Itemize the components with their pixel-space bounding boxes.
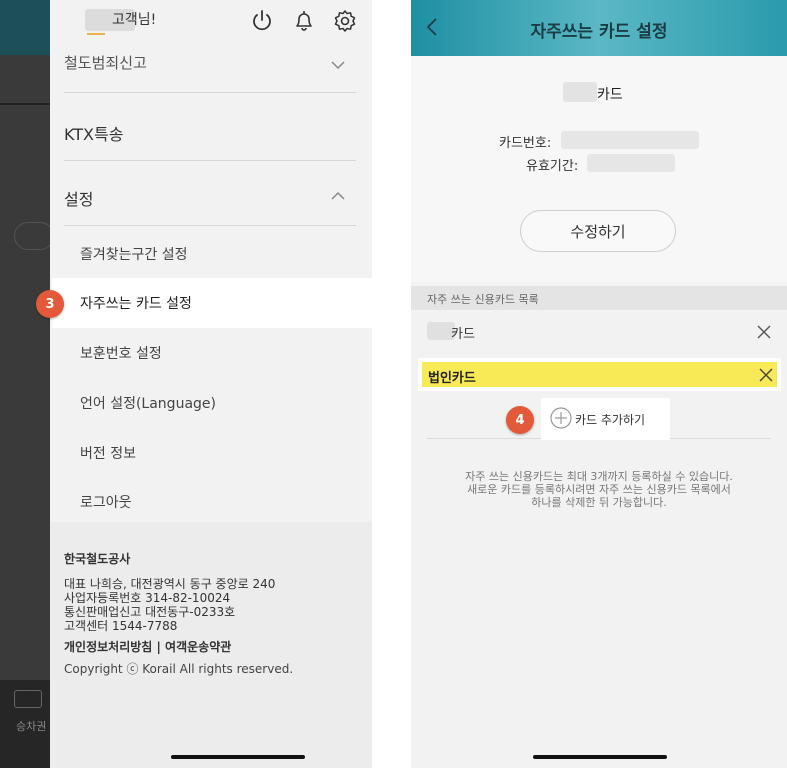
background-tab-line — [0, 103, 50, 105]
user-greeting: 고객님! — [112, 12, 157, 28]
notice-line: 자주 쓰는 신용카드는 최대 3개까지 등록하실 수 있습니다. — [465, 470, 733, 483]
card-number-redacted — [561, 131, 699, 149]
user-name-underline — [87, 33, 105, 35]
ticket-icon — [14, 690, 42, 708]
power-icon[interactable] — [249, 8, 275, 34]
chevron-down-icon[interactable] — [330, 55, 346, 74]
card-list-item-highlighted[interactable]: 법인카드 — [418, 358, 781, 391]
card-limit-notice: 자주 쓰는 신용카드는 최대 3개까지 등록하실 수 있습니다. 새로운 카드를… — [431, 470, 767, 509]
notice-line: 새로운 카드를 등록하시려면 자주 쓰는 신용카드 목록에서 — [467, 483, 731, 496]
card-name: 카드 — [597, 87, 623, 103]
footer-policy-links[interactable]: 개인정보처리방침 | 여객운송약관 — [64, 638, 231, 655]
drawer-header: 고객님! — [50, 0, 372, 44]
footer-line: 대표 나희승, 대전광역시 동구 중앙로 240 — [64, 577, 276, 591]
footer-line: 통신판매업신고 대전동구-0233호 — [64, 605, 236, 619]
drawer-footer: 한국철도공사 대표 나희승, 대전광역시 동구 중앙로 240 사업자등록번호 … — [50, 522, 372, 768]
footer-line: 고객센터 1544-7788 — [64, 619, 178, 633]
step-badge-3: 3 — [36, 290, 64, 318]
menu-divider — [64, 92, 356, 93]
side-drawer: 고객님! 철도범죄신고 KTX특송 설정 즐겨찾는구간 설정 보훈번호 설정 언… — [50, 0, 372, 768]
edit-button[interactable]: 수정하기 — [520, 210, 676, 252]
card-number-label: 카드번호: — [499, 136, 552, 151]
card-list-section-header: 자주 쓰는 신용카드 목록 — [411, 286, 787, 310]
chevron-up-icon[interactable] — [330, 186, 346, 205]
submenu-logout[interactable]: 로그아웃 — [80, 492, 132, 512]
background-header — [0, 0, 50, 55]
card-list-item-label: 법인카드 — [428, 371, 476, 386]
submenu-veteran-number[interactable]: 보훈번호 설정 — [80, 343, 162, 363]
background-app: 승차권 — [0, 0, 54, 768]
footer-line: 사업자등록번호 314-82-10024 — [64, 591, 231, 605]
submenu-frequent-card-label: 자주쓰는 카드 설정 — [80, 296, 192, 312]
home-indicator — [171, 755, 305, 759]
delete-icon[interactable] — [759, 367, 773, 386]
home-indicator — [533, 755, 667, 759]
section-title: 자주 쓰는 신용카드 목록 — [427, 293, 539, 306]
page-header: 자주쓰는 카드 설정 — [411, 0, 787, 56]
copyright-text: Copyright ⓒ Korail All rights reserved. — [64, 662, 294, 676]
menu-divider — [64, 160, 356, 161]
menu-divider — [64, 225, 356, 226]
menu-item-ktx-delivery[interactable]: KTX특송 — [64, 121, 123, 145]
add-card-button[interactable]: 카드 추가하기 — [541, 398, 670, 440]
expiry-redacted — [587, 154, 675, 172]
submenu-language[interactable]: 언어 설정(Language) — [80, 393, 216, 413]
card-name-redacted — [563, 82, 597, 102]
highlight-marker: 법인카드 — [422, 362, 777, 387]
add-card-label: 카드 추가하기 — [575, 413, 646, 427]
submenu-version-info[interactable]: 버전 정보 — [80, 443, 136, 463]
plus-circle-icon — [550, 407, 572, 433]
submenu-favorite-routes[interactable]: 즐겨찾는구간 설정 — [80, 244, 188, 264]
left-screen: 승차권 고객님! 철도범죄신고 KTX특송 설정 즐겨찾는구간 설정 보훈번호 … — [0, 0, 372, 768]
company-name: 한국철도공사 — [64, 552, 131, 566]
background-pill — [14, 222, 54, 250]
ticket-tab-label: 승차권 — [16, 720, 47, 733]
menu-item-crime-report[interactable]: 철도범죄신고 — [64, 52, 147, 70]
step-badge-4: 4 — [506, 406, 534, 434]
submenu-frequent-card-highlighted[interactable]: 자주쓰는 카드 설정 — [52, 278, 372, 328]
selected-card-panel: 카드 카드번호: 유효기간: 수정하기 — [411, 56, 787, 282]
page-title: 자주쓰는 카드 설정 — [530, 22, 668, 42]
notice-line: 하나를 삭제한 뒤 가능합니다. — [531, 496, 667, 509]
delete-icon[interactable] — [757, 324, 771, 343]
gear-icon[interactable] — [332, 8, 358, 34]
card-list-item-label: 카드 — [451, 327, 475, 342]
expiry-label: 유효기간: — [526, 159, 579, 174]
menu-item-settings[interactable]: 설정 — [64, 186, 93, 210]
bell-icon[interactable] — [291, 8, 317, 34]
